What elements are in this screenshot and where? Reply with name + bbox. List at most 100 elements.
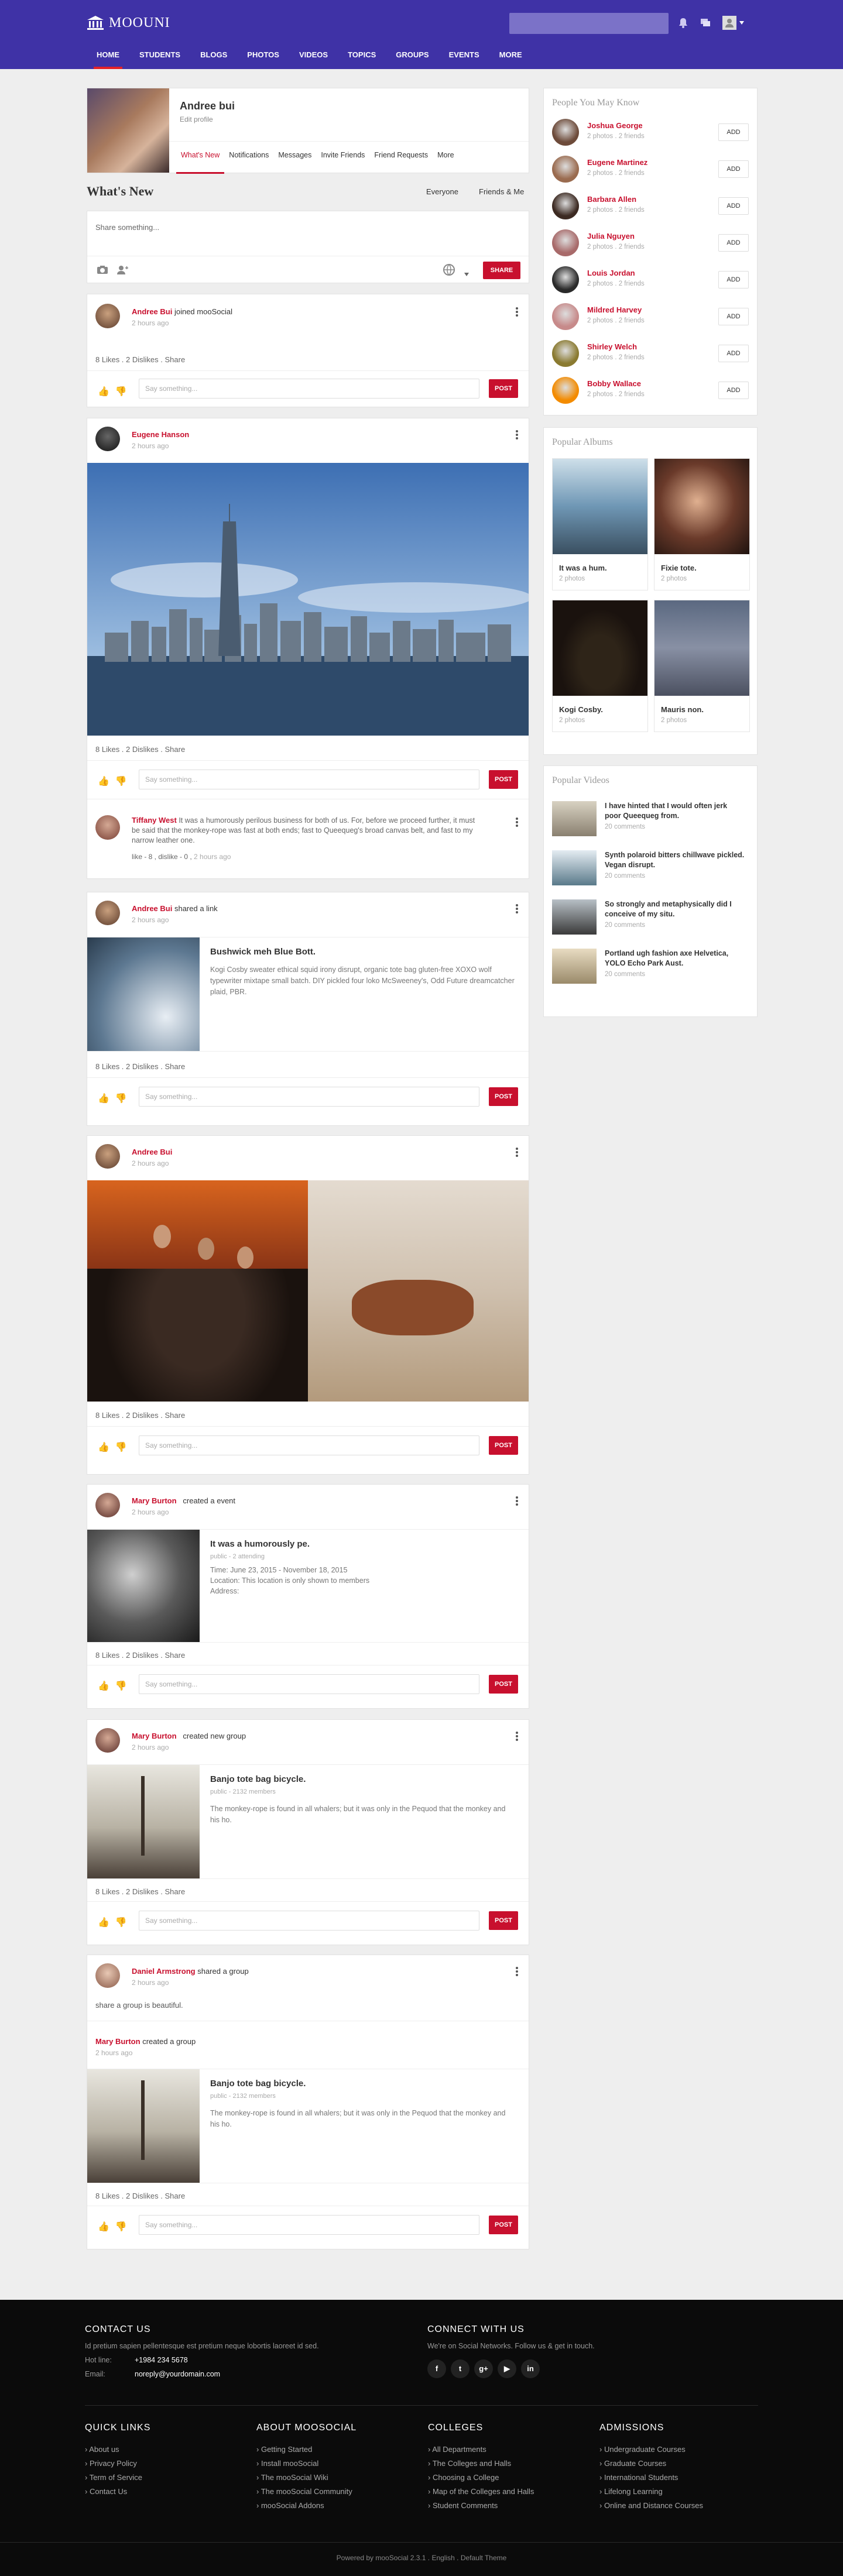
share-button[interactable]: SHARE: [483, 262, 520, 279]
nav-videos[interactable]: VIDEOS: [289, 47, 338, 69]
group-preview[interactable]: Banjo tote bag bicycle. public - 2132 me…: [87, 2069, 529, 2183]
more-options-icon[interactable]: [516, 1732, 518, 1741]
comment-input[interactable]: Say something...: [139, 1674, 479, 1694]
feed-stats[interactable]: 8 Likes . 2 Dislikes . Share: [95, 1411, 185, 1420]
footer-link[interactable]: International Students: [599, 2471, 703, 2485]
like-icon[interactable]: 👍: [98, 1916, 109, 1928]
comment-input[interactable]: Say something...: [139, 1911, 479, 1931]
like-icon[interactable]: 👍: [98, 775, 109, 787]
video-title[interactable]: Portland ugh fashion axe Helvetica, YOLO…: [605, 949, 745, 968]
language-link[interactable]: English: [431, 2554, 454, 2562]
tag-user-icon[interactable]: [116, 265, 128, 277]
video-title[interactable]: So strongly and metaphysically did I con…: [605, 899, 745, 919]
person-name[interactable]: Eugene Martinez: [587, 158, 647, 167]
person-name[interactable]: Julia Nguyen: [587, 232, 635, 241]
messages-icon[interactable]: [699, 16, 712, 29]
feed-photo-city[interactable]: [87, 463, 529, 736]
inner-user-name[interactable]: Mary Burton: [95, 2037, 140, 2046]
feed-user-name[interactable]: Andree Bui: [132, 1148, 172, 1156]
like-icon[interactable]: 👍: [98, 2221, 109, 2232]
dislike-icon[interactable]: 👎: [115, 1680, 127, 1692]
avatar[interactable]: [552, 119, 579, 146]
feed-stats[interactable]: 8 Likes . 2 Dislikes . Share: [95, 745, 185, 754]
linkedin-icon[interactable]: in: [521, 2359, 540, 2378]
footer-link[interactable]: Online and Distance Courses: [599, 2499, 703, 2513]
user-avatar[interactable]: [722, 16, 736, 30]
avatar[interactable]: [95, 1963, 120, 1988]
tab-more[interactable]: More: [433, 142, 458, 174]
person-name[interactable]: Barbara Allen: [587, 195, 636, 204]
facebook-icon[interactable]: f: [427, 2359, 446, 2378]
group-preview[interactable]: Banjo tote bag bicycle. public - 2132 me…: [87, 1764, 529, 1879]
footer-link[interactable]: Graduate Courses: [599, 2457, 703, 2471]
nav-blogs[interactable]: BLOGS: [190, 47, 237, 69]
nav-home[interactable]: HOME: [87, 47, 129, 69]
filter-everyone[interactable]: Everyone: [426, 187, 458, 196]
feed-user-name[interactable]: Andree Bui: [132, 904, 172, 913]
add-friend-button[interactable]: ADD: [718, 123, 749, 141]
group-title[interactable]: Banjo tote bag bicycle.: [210, 2079, 306, 2089]
add-friend-button[interactable]: ADD: [718, 382, 749, 399]
post-button[interactable]: POST: [489, 379, 518, 398]
more-options-icon[interactable]: [516, 1496, 518, 1506]
footer-link[interactable]: Getting Started: [256, 2443, 352, 2457]
video-thumbnail[interactable]: [552, 801, 597, 836]
more-options-icon[interactable]: [516, 818, 518, 827]
nav-more[interactable]: MORE: [489, 47, 532, 69]
more-options-icon[interactable]: [516, 307, 518, 317]
tab-invite-friends[interactable]: Invite Friends: [316, 142, 369, 174]
dislike-icon[interactable]: 👎: [115, 386, 127, 397]
footer-link[interactable]: Choosing a College: [428, 2471, 534, 2485]
profile-photo[interactable]: [87, 88, 169, 173]
video-thumbnail[interactable]: [552, 850, 597, 885]
more-options-icon[interactable]: [516, 1148, 518, 1157]
feed-user-name[interactable]: Mary Burton: [132, 1732, 177, 1740]
avatar[interactable]: [95, 427, 120, 451]
group-title[interactable]: Banjo tote bag bicycle.: [210, 1774, 306, 1784]
footer-link[interactable]: Install mooSocial: [256, 2457, 352, 2471]
avatar[interactable]: [552, 229, 579, 256]
post-button[interactable]: POST: [489, 1436, 518, 1455]
comment-input[interactable]: Say something...: [139, 770, 479, 789]
comment-input[interactable]: Say something...: [139, 2215, 479, 2235]
tab-friend-requests[interactable]: Friend Requests: [369, 142, 433, 174]
dislike-icon[interactable]: 👎: [115, 1093, 127, 1104]
filter-friends[interactable]: Friends & Me: [479, 187, 524, 196]
post-button[interactable]: POST: [489, 1911, 518, 1930]
youtube-icon[interactable]: ▶: [498, 2359, 516, 2378]
feed-user-name[interactable]: Eugene Hanson: [132, 430, 189, 439]
privacy-chevron-icon[interactable]: [464, 269, 469, 279]
footer-link[interactable]: Privacy Policy: [85, 2457, 142, 2471]
feed-stats[interactable]: 8 Likes . 2 Dislikes . Share: [95, 1062, 185, 1071]
add-friend-button[interactable]: ADD: [718, 197, 749, 215]
avatar[interactable]: [95, 1728, 120, 1753]
feed-stats[interactable]: 8 Likes . 2 Dislikes . Share: [95, 1651, 185, 1660]
add-friend-button[interactable]: ADD: [718, 234, 749, 252]
nav-photos[interactable]: PHOTOS: [237, 47, 289, 69]
theme-link[interactable]: Default Theme: [461, 2554, 507, 2562]
google-plus-icon[interactable]: g+: [474, 2359, 493, 2378]
footer-link[interactable]: Map of the Colleges and Halls: [428, 2485, 534, 2499]
comment-meta[interactable]: like - 8 , dislike - 0 ,: [132, 853, 192, 861]
feed-user-name[interactable]: Mary Burton: [132, 1496, 177, 1505]
post-button[interactable]: POST: [489, 2216, 518, 2234]
email-value[interactable]: noreply@yourdomain.com: [135, 2370, 220, 2378]
person-name[interactable]: Mildred Harvey: [587, 305, 642, 314]
comment-input[interactable]: Say something...: [139, 1435, 479, 1455]
like-icon[interactable]: 👍: [98, 1441, 109, 1453]
footer-link[interactable]: About us: [85, 2443, 142, 2457]
feed-photo-band[interactable]: [87, 1180, 308, 1402]
like-icon[interactable]: 👍: [98, 386, 109, 397]
video-thumbnail[interactable]: [552, 949, 597, 984]
post-button[interactable]: POST: [489, 1675, 518, 1694]
site-logo[interactable]: MOOUNI: [87, 14, 170, 32]
feed-stats[interactable]: 8 Likes . 2 Dislikes . Share: [95, 1887, 185, 1896]
dislike-icon[interactable]: 👎: [115, 775, 127, 787]
feed-stats[interactable]: 8 Likes . 2 Dislikes . Share: [95, 355, 185, 364]
feed-user-name[interactable]: Andree Bui: [132, 307, 172, 316]
tab-whats-new[interactable]: What's New: [176, 142, 225, 174]
avatar[interactable]: [552, 377, 579, 404]
powered-by[interactable]: Powered by mooSocial 2.3.1: [337, 2554, 426, 2562]
footer-link[interactable]: The mooSocial Wiki: [256, 2471, 352, 2485]
like-icon[interactable]: 👍: [98, 1093, 109, 1104]
